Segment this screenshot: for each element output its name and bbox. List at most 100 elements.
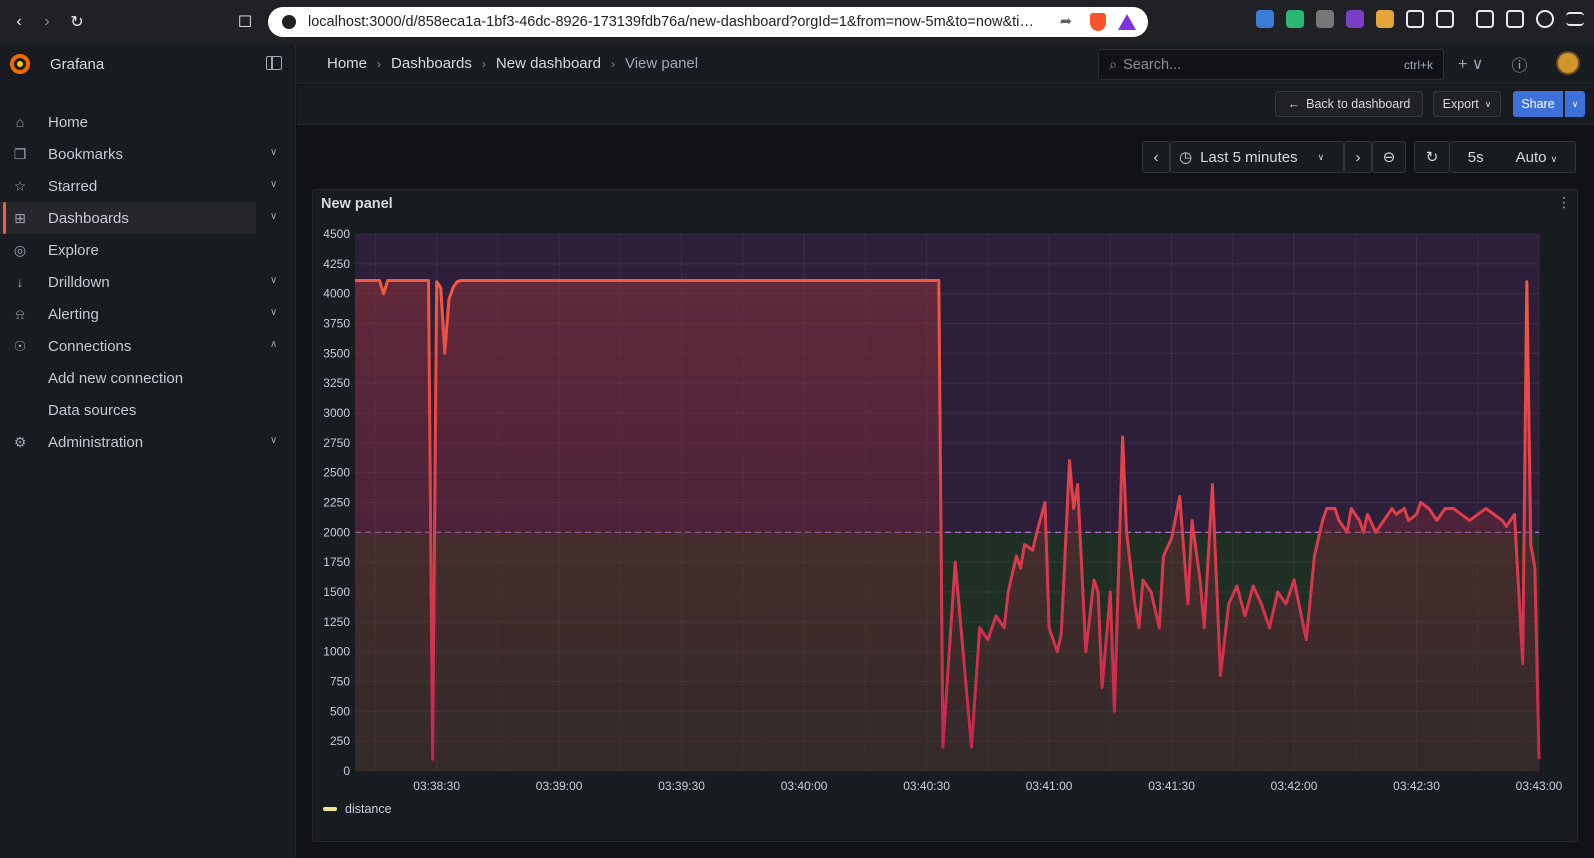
help-icon[interactable]: ⓘ: [1512, 52, 1528, 76]
legend[interactable]: distance: [323, 802, 392, 816]
back-icon[interactable]: ‹: [4, 7, 34, 37]
y-tick-label: 1250: [323, 615, 350, 629]
sidebar-item-label: Home: [48, 113, 89, 131]
chevron-down-icon: ∨: [1317, 151, 1325, 162]
add-new-icon[interactable]: + ∨: [1458, 54, 1484, 74]
sidebar-item-label: Alerting: [48, 305, 99, 323]
connections-icon: ☉: [13, 338, 27, 354]
y-tick-label: 250: [330, 734, 350, 748]
legend-label: distance: [345, 802, 392, 816]
sidebar-item-label: Administration: [48, 433, 144, 451]
brand[interactable]: Grafana: [8, 52, 104, 76]
chevron-down-icon[interactable]: ∨: [270, 275, 277, 286]
extension-icon[interactable]: [1256, 10, 1274, 28]
y-tick-label: 1750: [323, 555, 350, 569]
drilldown-icon: ↓: [16, 274, 24, 290]
tab-icon[interactable]: [1436, 10, 1454, 28]
refresh-button[interactable]: ↻: [1414, 141, 1450, 173]
sidebar-item-connections[interactable]: ☉ Connections ∧: [0, 330, 296, 362]
extension-icon[interactable]: [1376, 10, 1394, 28]
y-tick-label: 2000: [323, 525, 350, 539]
sidebar: Grafana ⌂ Home ❐ Bookmarks ∨ ☆ Starred ∨…: [0, 44, 296, 858]
avatar[interactable]: [1556, 51, 1580, 75]
refresh-interval-label: 5s: [1467, 148, 1484, 166]
x-axis: 03:38:30 03:39:00 03:39:30 03:40:00 03:40:30…: [413, 779, 1562, 793]
zoom-out-button[interactable]: ⊖: [1372, 141, 1406, 173]
sidebar-item-label: Add new connection: [48, 369, 184, 387]
menu-icon[interactable]: [1566, 12, 1584, 26]
time-shift-back-button[interactable]: ‹: [1142, 141, 1170, 173]
chevron-down-icon[interactable]: ∨: [270, 147, 277, 158]
reload-icon[interactable]: ↻: [62, 7, 92, 37]
y-tick-label: 4500: [323, 227, 350, 241]
sidebar-item-bookmarks[interactable]: ❐ Bookmarks ∨: [0, 138, 296, 170]
y-tick-label: 2500: [323, 466, 350, 480]
export-button[interactable]: Export ∨: [1433, 91, 1501, 117]
y-tick-label: 3250: [323, 376, 350, 390]
brave-shield-icon[interactable]: [1090, 13, 1106, 31]
sidebar-item-explore[interactable]: ◎ Explore: [0, 234, 296, 266]
brand-label: Grafana: [50, 55, 105, 73]
chevron-down-icon[interactable]: ∨: [270, 307, 277, 318]
sidebar-item-label: Explore: [48, 241, 99, 259]
extension-icon[interactable]: [1316, 10, 1334, 28]
forward-icon[interactable]: ›: [32, 7, 62, 37]
share-dropdown-button[interactable]: ∨: [1565, 91, 1585, 117]
nav-list: ⌂ Home ❐ Bookmarks ∨ ☆ Starred ∨ ⊞ Dashb…: [0, 106, 296, 458]
panel-menu-icon[interactable]: ⋮: [1557, 194, 1571, 211]
sidebar-item-add-new-connection[interactable]: Add new connection: [0, 362, 296, 394]
y-axis: 0 250 500 750 1000 1250 1500 1750 2000 2250 2500 27…: [323, 227, 350, 778]
extension-icon[interactable]: [1286, 10, 1304, 28]
sidebar-item-drilldown[interactable]: ↓ Drilldown ∨: [0, 266, 296, 298]
sidebar-item-label: Bookmarks: [48, 145, 124, 163]
brave-rewards-icon[interactable]: [1118, 14, 1136, 30]
address-bar[interactable]: localhost:3000/d/858eca1a-1bf3-46dc-8926…: [268, 7, 1148, 37]
chevron-down-icon: ∨: [1571, 98, 1579, 109]
sidebar-item-alerting[interactable]: ⍾ Alerting ∨: [0, 298, 296, 330]
sidebar-item-data-sources[interactable]: Data sources: [0, 394, 296, 426]
chevron-down-icon[interactable]: ∨: [270, 179, 277, 190]
sidebar-item-home[interactable]: ⌂ Home: [0, 106, 296, 138]
share-button[interactable]: Share: [1513, 91, 1563, 117]
sidebar-item-dashboards[interactable]: ⊞ Dashboards ∨: [0, 202, 277, 234]
puzzle-icon[interactable]: [1406, 10, 1424, 28]
y-tick-label: 4000: [323, 287, 350, 301]
share-label: Share: [1521, 97, 1555, 111]
refresh-interval-picker[interactable]: 5s Auto ∨: [1450, 141, 1576, 173]
x-tick-label: 03:41:30: [1148, 779, 1195, 793]
extensions-bar: [1256, 10, 1584, 28]
time-range-picker[interactable]: ◷ Last 5 minutes ∨: [1170, 141, 1344, 173]
breadcrumb-home[interactable]: Home: [327, 55, 367, 72]
dock-menu-icon[interactable]: [266, 56, 282, 70]
breadcrumb-dashboards[interactable]: Dashboards: [391, 55, 472, 72]
grafana-logo-icon: [10, 54, 30, 74]
extension-icon[interactable]: [1346, 10, 1364, 28]
sidebar-item-starred[interactable]: ☆ Starred ∨: [0, 170, 296, 202]
share-page-icon[interactable]: ➦: [1060, 14, 1072, 30]
auto-label-wrap: Auto ∨: [1516, 149, 1558, 166]
bookmark-page-icon[interactable]: ☐: [230, 7, 260, 37]
time-shift-forward-button[interactable]: ›: [1344, 141, 1372, 173]
x-tick-label: 03:43:00: [1516, 779, 1563, 793]
chevron-down-icon[interactable]: ∨: [270, 435, 277, 446]
clock-icon: ◷: [1179, 149, 1193, 166]
x-tick-label: 03:38:30: [413, 779, 460, 793]
chevron-up-icon[interactable]: ∧: [270, 339, 277, 350]
chevron-down-icon[interactable]: ∨: [270, 211, 277, 222]
search-placeholder: Search...: [1123, 56, 1182, 73]
breadcrumb-new-dashboard[interactable]: New dashboard: [496, 55, 601, 72]
refresh-icon: ↻: [1425, 149, 1439, 166]
time-series-chart[interactable]: 0 250 500 750 1000 1250 1500 1750 2000 2250 2500 27…: [313, 220, 1577, 830]
sidebar-item-administration[interactable]: ⚙ Administration ∨: [0, 426, 296, 458]
search-input[interactable]: ⌕ Search... ctrl+k: [1098, 49, 1444, 80]
sidebar-item-label: Drilldown: [48, 273, 110, 291]
site-info-icon[interactable]: [282, 15, 296, 29]
panel-title: New panel: [321, 196, 393, 212]
zoom-out-icon: ⊖: [1382, 149, 1396, 166]
ai-sparkle-icon[interactable]: [1536, 10, 1554, 28]
back-to-dashboard-button[interactable]: ← Back to dashboard: [1275, 91, 1423, 117]
wallet-icon[interactable]: [1506, 10, 1524, 28]
sidebar-toggle-icon[interactable]: [1476, 10, 1494, 28]
y-tick-label: 0: [343, 764, 350, 778]
time-range-label: Last 5 minutes: [1200, 148, 1298, 166]
